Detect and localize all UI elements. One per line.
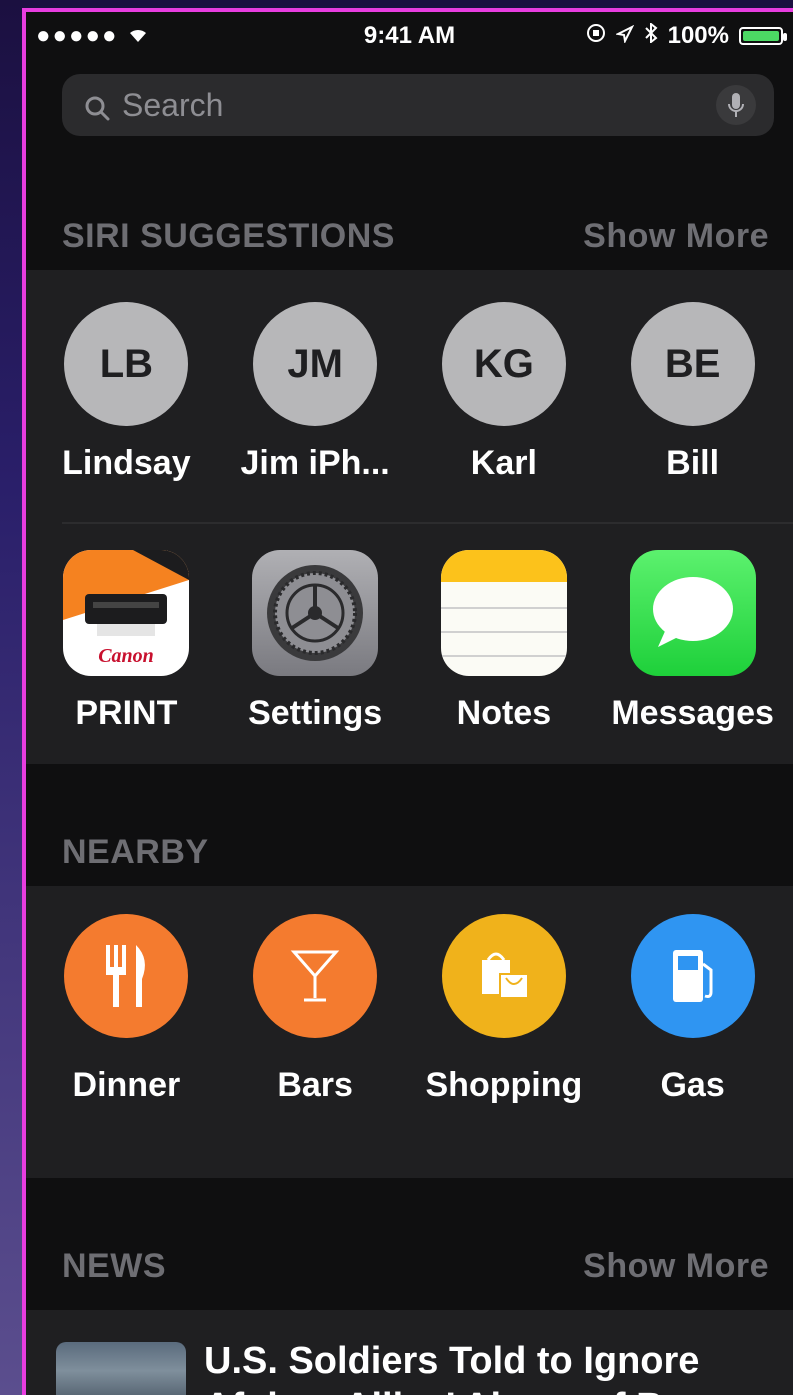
canon-print-icon: Canon <box>63 550 190 676</box>
nearby-title: NEARBY <box>62 832 209 871</box>
martini-icon <box>253 914 378 1038</box>
contact-name: Karl <box>470 444 537 482</box>
bluetooth-icon <box>644 21 658 50</box>
contact-avatar: KG <box>441 302 566 426</box>
news-headline: U.S. Soldiers Told to Ignore Afghan Alli… <box>204 1340 700 1395</box>
app-name: Notes <box>456 694 552 732</box>
nearby-shopping[interactable]: Shopping <box>414 914 594 1105</box>
contact-avatar: BE <box>630 302 755 426</box>
nearby-label: Bars <box>277 1066 353 1104</box>
suggestions-divider <box>62 522 793 524</box>
notes-icon <box>440 550 567 676</box>
contact-suggestion[interactable]: BE Bill <box>603 302 783 483</box>
search-field[interactable]: Search <box>62 74 774 136</box>
app-suggestion-notes[interactable]: Notes <box>414 550 594 733</box>
siri-suggestions-title: SIRI SUGGESTIONS <box>62 216 395 255</box>
nearby-categories: Dinner Bars Shopping Gas <box>26 914 793 1105</box>
contact-avatar: LB <box>64 302 189 426</box>
contact-name: Lindsay <box>62 444 191 482</box>
fork-knife-icon <box>64 914 189 1038</box>
battery-percent: 100% <box>667 22 729 49</box>
shopping-bags-icon <box>441 914 566 1038</box>
app-name: Settings <box>248 694 383 732</box>
microphone-icon[interactable] <box>716 85 756 125</box>
news-thumbnail <box>56 1342 186 1395</box>
search-icon <box>84 92 110 121</box>
lock-rotation-icon <box>586 22 606 50</box>
nearby-label: Shopping <box>425 1066 583 1104</box>
status-right: 100% <box>586 21 787 50</box>
siri-show-more-button[interactable]: Show More <box>583 217 769 256</box>
siri-suggestions-header: SIRI SUGGESTIONS Show More <box>62 208 769 264</box>
news-show-more-button[interactable]: Show More <box>583 1247 769 1286</box>
status-bar: ●●●●● 9:41 AM 100% <box>26 12 793 60</box>
app-name: PRINT <box>75 694 178 732</box>
contact-suggestions: LB Lindsay JM Jim iPh... KG Karl BE Bill <box>26 302 793 483</box>
app-suggestion-messages[interactable]: Messages <box>603 550 783 733</box>
battery-icon <box>739 27 787 45</box>
news-title: NEWS <box>62 1246 166 1285</box>
nearby-label: Gas <box>660 1066 725 1104</box>
app-name: Messages <box>611 694 774 732</box>
location-icon <box>614 22 634 50</box>
nearby-gas[interactable]: Gas <box>603 914 783 1105</box>
news-header: NEWS Show More <box>62 1238 769 1294</box>
contact-name: Bill <box>666 444 720 482</box>
app-suggestions: Canon PRINT Settings Notes Messages <box>26 550 793 733</box>
contact-suggestion[interactable]: LB Lindsay <box>36 302 216 483</box>
nearby-bars[interactable]: Bars <box>225 914 405 1105</box>
canon-logo-text: Canon <box>99 645 155 667</box>
nearby-panel: Dinner Bars Shopping Gas <box>26 886 793 1178</box>
nearby-label: Dinner <box>72 1066 181 1104</box>
nearby-dinner[interactable]: Dinner <box>36 914 216 1105</box>
contact-suggestion[interactable]: KG Karl <box>414 302 594 483</box>
search-placeholder: Search <box>122 86 224 123</box>
nearby-header: NEARBY <box>62 824 769 880</box>
app-suggestion-settings[interactable]: Settings <box>225 550 405 733</box>
contact-suggestion[interactable]: JM Jim iPh... <box>225 302 405 483</box>
gas-pump-icon <box>630 914 755 1038</box>
contact-avatar: JM <box>253 302 378 426</box>
settings-gear-icon <box>252 550 379 676</box>
app-suggestion-print[interactable]: Canon PRINT <box>36 550 216 733</box>
contact-name: Jim iPh... <box>240 444 390 482</box>
news-item[interactable]: U.S. Soldiers Told to Ignore Afghan Alli… <box>26 1310 793 1395</box>
siri-suggestions-panel: LB Lindsay JM Jim iPh... KG Karl BE Bill <box>26 270 793 764</box>
iphone-screen: ●●●●● 9:41 AM 100% Search SIRI SUGGESTIO… <box>22 8 793 1395</box>
messages-icon <box>629 550 756 676</box>
